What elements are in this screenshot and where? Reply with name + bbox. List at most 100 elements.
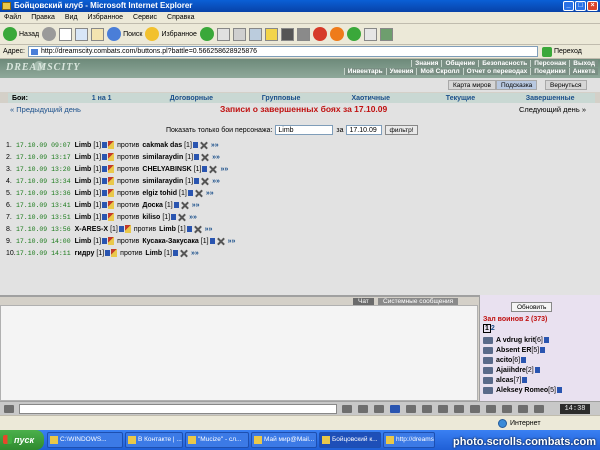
- page-button[interactable]: [363, 27, 377, 41]
- info-icon[interactable]: [102, 142, 108, 148]
- previous-day-link[interactable]: « Предыдущий день: [10, 105, 81, 114]
- fighter-2-name[interactable]: Limb: [159, 226, 176, 233]
- info-icon[interactable]: [202, 166, 208, 172]
- fighter-1-name[interactable]: Limb: [75, 166, 92, 173]
- forward-button[interactable]: [42, 27, 57, 41]
- task-mail[interactable]: Май мир@Mail...: [251, 432, 317, 448]
- clover-button[interactable]: [346, 27, 361, 41]
- back-button[interactable]: Назад: [3, 27, 39, 41]
- minimize-button[interactable]: _: [563, 1, 574, 11]
- fighter-2-name[interactable]: kiliso: [142, 214, 160, 221]
- info-icon[interactable]: [102, 202, 108, 208]
- battle-log-link[interactable]: »»: [205, 226, 213, 233]
- nav-profile[interactable]: Анкета: [568, 68, 598, 75]
- task-combats[interactable]: Бойцовский к...: [319, 432, 381, 448]
- player-item[interactable]: Absent ER [5]: [483, 345, 600, 355]
- menu-file[interactable]: Файл: [4, 14, 21, 21]
- stop-button[interactable]: [59, 27, 73, 41]
- close-button[interactable]: ×: [587, 1, 598, 11]
- chat-messages-area[interactable]: [0, 305, 478, 401]
- battle-type-contract[interactable]: Договорные: [147, 95, 237, 102]
- fighter-1-name[interactable]: гидру: [75, 250, 95, 257]
- search-button[interactable]: Поиск: [107, 27, 142, 41]
- task-mucize[interactable]: "Mucize" - сл...: [185, 432, 249, 448]
- scroll-icon[interactable]: [438, 405, 448, 413]
- maximize-button[interactable]: □: [575, 1, 586, 11]
- player-name[interactable]: A vdrug krit: [496, 337, 535, 344]
- favorites-button[interactable]: Избранное: [145, 27, 197, 41]
- s-button[interactable]: [312, 27, 327, 41]
- fighter-1-name[interactable]: Limb: [75, 238, 92, 245]
- info-icon[interactable]: [543, 337, 549, 343]
- info-icon[interactable]: [194, 154, 200, 160]
- next-day-link[interactable]: Следующий день »: [519, 105, 586, 114]
- player-item[interactable]: acito [6]: [483, 355, 600, 365]
- info-icon[interactable]: [118, 226, 124, 232]
- filter-icon[interactable]: [374, 405, 384, 413]
- info-icon[interactable]: [194, 178, 200, 184]
- tab-return[interactable]: Вернуться: [545, 80, 587, 90]
- battle-log-link[interactable]: »»: [228, 238, 236, 245]
- nav-transfers[interactable]: Отчет о переводах: [462, 68, 531, 75]
- info-icon[interactable]: [556, 387, 562, 393]
- battle-log-link[interactable]: »»: [189, 214, 197, 221]
- info-icon[interactable]: [172, 250, 178, 256]
- start-button[interactable]: пуск: [0, 430, 44, 450]
- sleep-icon[interactable]: [534, 405, 544, 413]
- room-icon[interactable]: [518, 405, 528, 413]
- menu-tools[interactable]: Сервис: [133, 14, 157, 21]
- tab-world-map[interactable]: Карта миров: [448, 80, 496, 90]
- info-icon[interactable]: [102, 166, 108, 172]
- info-icon[interactable]: [102, 154, 108, 160]
- fighter-2-name[interactable]: similaraydin: [142, 154, 183, 161]
- battle-log-link[interactable]: »»: [191, 250, 199, 257]
- battle-log-link[interactable]: »»: [192, 202, 200, 209]
- menu-help[interactable]: Справка: [167, 14, 194, 21]
- character-name-input[interactable]: Limb: [275, 125, 334, 135]
- player-name[interactable]: acito: [496, 357, 512, 364]
- fighter-1-name[interactable]: Limb: [75, 202, 92, 209]
- print-button[interactable]: [232, 27, 246, 41]
- info-icon[interactable]: [102, 178, 108, 184]
- a-button[interactable]: [329, 27, 344, 41]
- battle-log-link[interactable]: »»: [211, 142, 219, 149]
- menu-edit[interactable]: Правка: [31, 14, 55, 21]
- clear-icon[interactable]: [358, 405, 368, 413]
- smile-icon[interactable]: [342, 405, 352, 413]
- task-dreams[interactable]: http://dreams...: [383, 432, 435, 448]
- fighter-1-name[interactable]: Limb: [75, 154, 92, 161]
- info-icon[interactable]: [540, 347, 546, 353]
- battle-type-current[interactable]: Текущие: [416, 95, 506, 102]
- chat-tool-icon[interactable]: [4, 405, 14, 413]
- k-button[interactable]: [280, 27, 294, 41]
- player-item[interactable]: A vdrug krit [6]: [483, 335, 600, 345]
- menu-favorites[interactable]: Избранное: [88, 14, 123, 21]
- menu-view[interactable]: Вид: [65, 14, 78, 21]
- nav-security[interactable]: Безопасность: [478, 60, 531, 67]
- player-name[interactable]: Absent ER: [496, 347, 531, 354]
- nav-exit[interactable]: Выход: [569, 60, 598, 67]
- page-link[interactable]: 2: [491, 325, 495, 332]
- battle-log-link[interactable]: »»: [212, 178, 220, 185]
- info-icon[interactable]: [102, 214, 108, 220]
- info-icon[interactable]: [192, 142, 198, 148]
- filter-date-input[interactable]: 17.10.09: [346, 125, 383, 135]
- player-name[interactable]: Aleksey Romeo: [496, 387, 548, 394]
- nav-inventory[interactable]: Инвентарь: [343, 68, 386, 75]
- note-button[interactable]: [264, 27, 278, 41]
- battle-log-link[interactable]: »»: [206, 190, 214, 197]
- nav-battles[interactable]: Поединки: [530, 68, 569, 75]
- fighter-1-name[interactable]: Limb: [75, 178, 92, 185]
- task-explorer[interactable]: C:\WINDOWS...: [47, 432, 123, 448]
- task-vkontakte[interactable]: В Контакте | ...: [125, 432, 183, 448]
- fighter-1-name[interactable]: Limb: [75, 214, 92, 221]
- player-name[interactable]: Ajaiihdre: [496, 367, 526, 374]
- nav-communication[interactable]: Общение: [441, 60, 479, 67]
- sort-icon[interactable]: [486, 405, 496, 413]
- edit-button[interactable]: [248, 27, 262, 41]
- go-button[interactable]: Переход: [541, 46, 582, 57]
- player-name[interactable]: alcas: [496, 377, 514, 384]
- info-icon[interactable]: [105, 250, 111, 256]
- info-icon[interactable]: [102, 190, 108, 196]
- info-icon[interactable]: [171, 214, 177, 220]
